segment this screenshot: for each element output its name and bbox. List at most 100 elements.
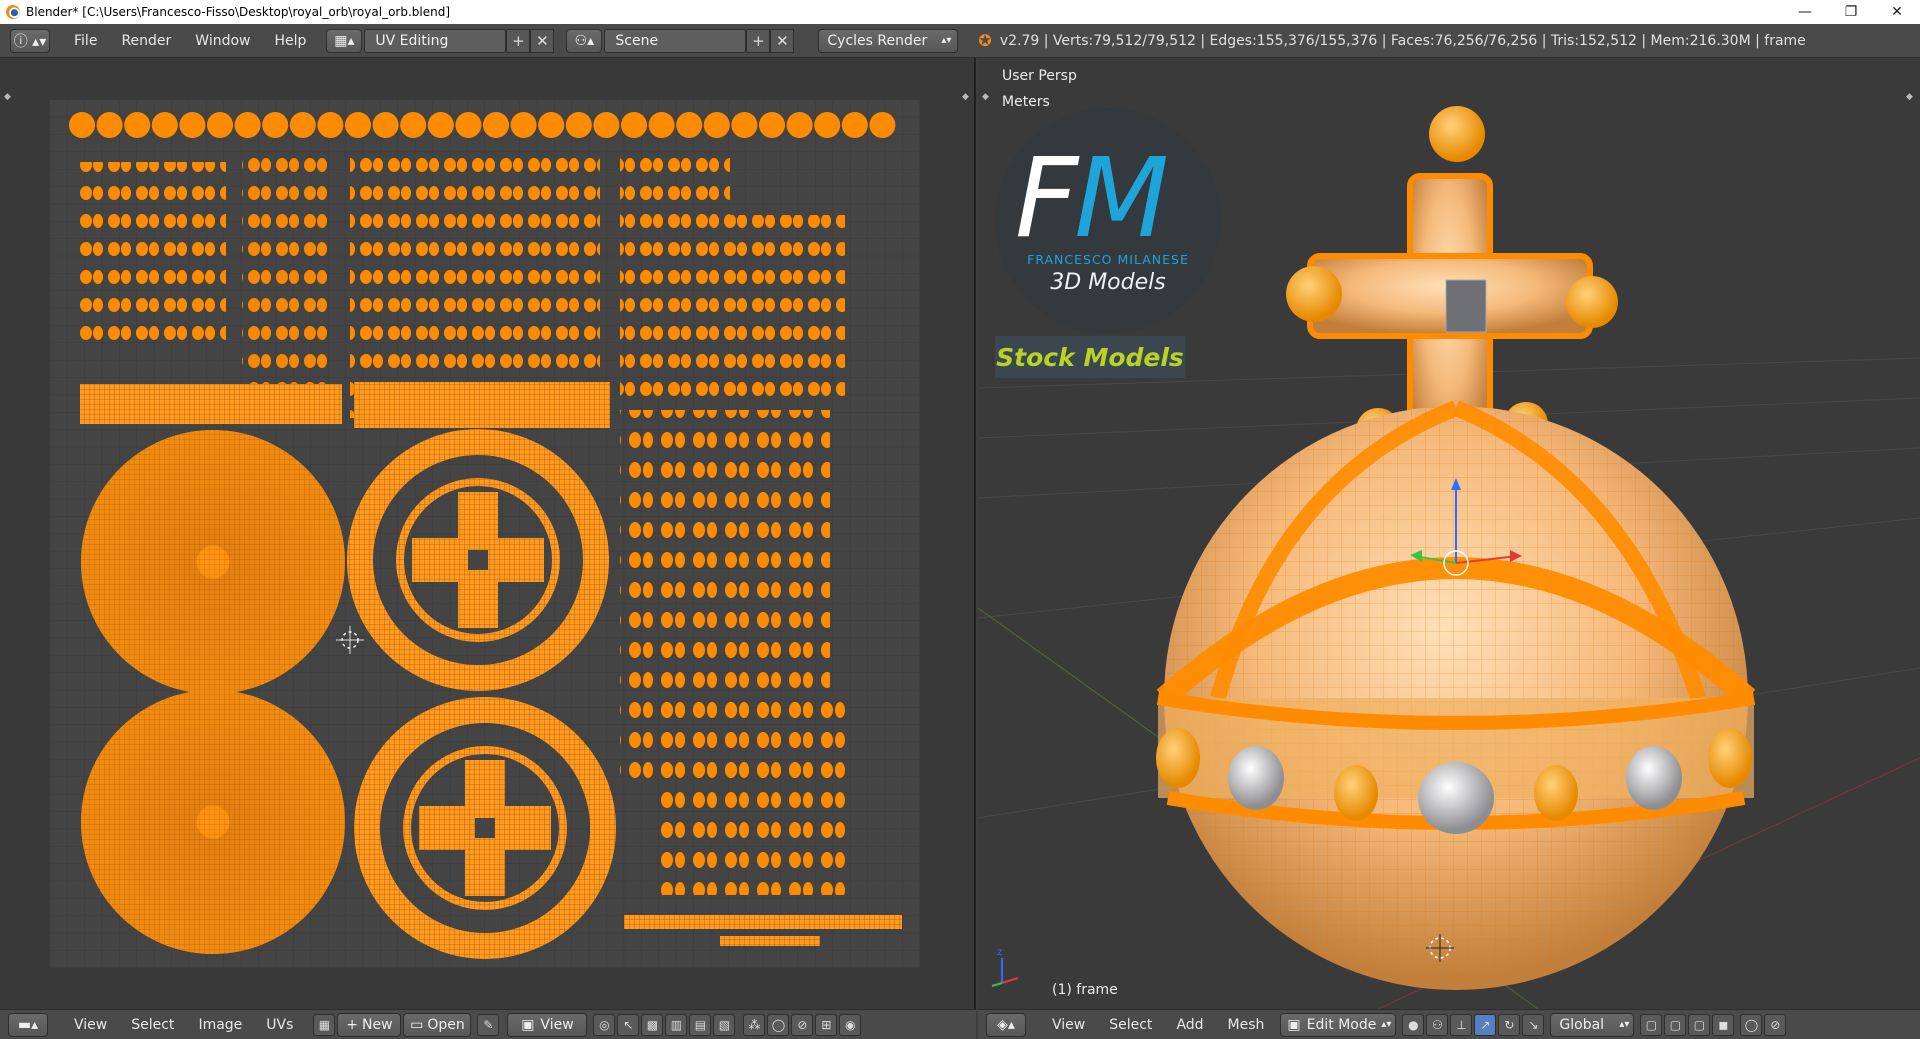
scene-icon[interactable]: ⚇▴ [566, 28, 603, 53]
render-engine-label: Cycles Render [827, 32, 928, 49]
viewport-shading-icon[interactable]: ● [1402, 1013, 1425, 1036]
scene-stats: v2.79 | Verts:79,512/79,512 | Edges:155,… [999, 32, 1806, 49]
render-icon[interactable]: ◉ [839, 1013, 862, 1036]
new-image-button[interactable]: + New [337, 1012, 402, 1037]
uv-island-dot [69, 112, 95, 138]
uv-island-dot [593, 112, 620, 138]
vp-menu-mesh[interactable]: Mesh [1216, 1013, 1277, 1037]
uv-island-dot [869, 112, 896, 138]
pivot-icon[interactable]: ◎ [593, 1013, 616, 1036]
select-edge-icon[interactable]: ▥ [665, 1013, 688, 1036]
fm-logo-name: FRANCESCO MILANESE [1027, 252, 1189, 267]
orientation-select[interactable]: Global ▴▾ [1550, 1012, 1635, 1037]
mode-label: Edit Mode [1306, 1016, 1377, 1033]
uv-menu-view[interactable]: View [62, 1013, 119, 1037]
translate-icon[interactable]: ↗ [1474, 1013, 1497, 1036]
view-mode-select[interactable]: ▣ View [507, 1012, 588, 1037]
area-split-icon[interactable]: ◆ [962, 92, 969, 102]
uv-island-sphere-disc-shade [81, 690, 345, 954]
image-browse-icon[interactable]: ▦ [313, 1013, 336, 1036]
uv-island-strip [624, 915, 902, 929]
menu-file[interactable]: File [62, 29, 109, 53]
uv-island-sphere-disc-shade [81, 430, 345, 694]
menu-help[interactable]: Help [262, 29, 318, 53]
uv-island-cluster [76, 162, 226, 344]
uv-menu-uvs[interactable]: UVs [254, 1013, 305, 1037]
folder-icon: ▭ [410, 1016, 424, 1033]
rotate-icon[interactable]: ↻ [1498, 1013, 1521, 1036]
uv-menu-image[interactable]: Image [186, 1013, 254, 1037]
vertex-select-icon[interactable]: ▢ [1664, 1013, 1687, 1036]
scale-icon[interactable]: ↘ [1522, 1013, 1545, 1036]
pin-icon[interactable]: ✎ [477, 1013, 500, 1036]
screen-layout-field[interactable]: UV Editing [364, 28, 507, 53]
menu-window[interactable]: Window [183, 29, 262, 53]
area-split-icon[interactable]: ◆ [982, 92, 989, 102]
chevron-updown-icon: ▴▾ [941, 35, 952, 46]
editor-type-image-icon[interactable]: ▬▴ [8, 1012, 48, 1037]
remove-screen-icon[interactable]: ✕ [530, 28, 555, 53]
pivot-point-icon[interactable]: ⚇ [1426, 1013, 1449, 1036]
vp-menu-select[interactable]: Select [1097, 1013, 1164, 1037]
uv-island-dot [289, 112, 316, 138]
edge-select-icon[interactable]: ▢ [1688, 1013, 1711, 1036]
layer-icon[interactable]: ▢ [1640, 1013, 1663, 1036]
snap-icon[interactable]: ⊘ [791, 1013, 814, 1036]
area-split-icon[interactable]: ◆ [1906, 92, 1913, 102]
screen-layout-icon[interactable]: ▦▴ [326, 28, 363, 53]
render-engine-select[interactable]: Cycles Render ▴▾ [818, 28, 959, 53]
open-image-button[interactable]: ▭ Open [403, 1012, 472, 1037]
remove-scene-icon[interactable]: ✕ [770, 28, 795, 53]
open-image-label: Open [427, 1016, 465, 1033]
view-mode-icon: ▣ [521, 1016, 535, 1033]
minimize-button[interactable]: — [1782, 0, 1828, 24]
uv-island-dot [621, 112, 647, 138]
add-screen-icon[interactable]: + [506, 28, 531, 53]
uv-island-dot [676, 112, 703, 138]
editor-type-3d-icon[interactable]: ◈▴ [986, 1012, 1026, 1037]
close-button[interactable]: ✕ [1874, 0, 1920, 24]
uv-menu-select[interactable]: Select [119, 1013, 186, 1037]
uv-layout-canvas[interactable] [50, 100, 920, 968]
uv-island-dot [124, 112, 151, 138]
area-split-icon[interactable]: ◆ [4, 92, 11, 102]
info-header: ⓘ ▴▾ File Render Window Help ▦▴ UV Editi… [0, 24, 1920, 58]
sticky-mode-icon[interactable]: ⁂ [743, 1013, 766, 1036]
proportional-edit-icon[interactable]: ◯ [1740, 1013, 1763, 1036]
stock-models-badge: Stock Models [995, 336, 1185, 378]
uv-editor-header: ▬▴ View Select Image UVs ▦ + New ▭ Open ✎ … [0, 1009, 976, 1039]
chevron-updown-icon: ▴▾ [1619, 1019, 1630, 1030]
uv-island-dot [565, 112, 592, 138]
snap-element-icon[interactable]: ⊞ [815, 1013, 838, 1036]
uv-island-dot [179, 112, 206, 138]
manipulator-icon[interactable]: ⊥ [1450, 1013, 1473, 1036]
proportional-edit-icon[interactable]: ◯ [767, 1013, 790, 1036]
mode-select[interactable]: ▣ Edit Mode ▴▾ [1280, 1012, 1397, 1037]
view-mode-label: View [540, 1016, 574, 1033]
uv-island-strip [80, 384, 342, 424]
vp-menu-view[interactable]: View [1040, 1013, 1097, 1037]
select-vertex-icon[interactable]: ▩ [641, 1013, 664, 1036]
view-name-label: User Persp [1002, 68, 1077, 84]
select-island-icon[interactable]: ▧ [713, 1013, 736, 1036]
face-select-icon[interactable]: ◼ [1712, 1013, 1735, 1036]
editor-type-info-icon[interactable]: ⓘ ▴▾ [10, 28, 50, 53]
scene-field[interactable]: Scene [604, 28, 747, 53]
uv-image-editor[interactable]: ◆ ◆ [0, 58, 976, 1009]
select-face-icon[interactable]: ▤ [689, 1013, 712, 1036]
menu-render[interactable]: Render [109, 29, 183, 53]
3d-viewport[interactable]: z ◆ ◆ User Persp Meters (1) frame FM FRA… [978, 58, 1920, 1009]
add-scene-icon[interactable]: + [746, 28, 771, 53]
snap-icon[interactable]: ⊘ [1764, 1013, 1787, 1036]
edit-mode-icon: ▣ [1287, 1016, 1301, 1033]
cursor-sync-icon[interactable]: ↖ [617, 1013, 640, 1036]
units-label: Meters [1002, 94, 1050, 110]
uv-island-cluster [725, 215, 845, 405]
restore-button[interactable]: ❐ [1828, 0, 1874, 24]
uv-island-strip [720, 936, 820, 946]
vp-menu-add[interactable]: Add [1164, 1013, 1215, 1037]
uv-island-cluster [620, 152, 730, 402]
blender-logo-icon [6, 5, 20, 19]
blender-version-icon: ✪ [978, 31, 992, 50]
uv-island-dot [317, 112, 344, 138]
